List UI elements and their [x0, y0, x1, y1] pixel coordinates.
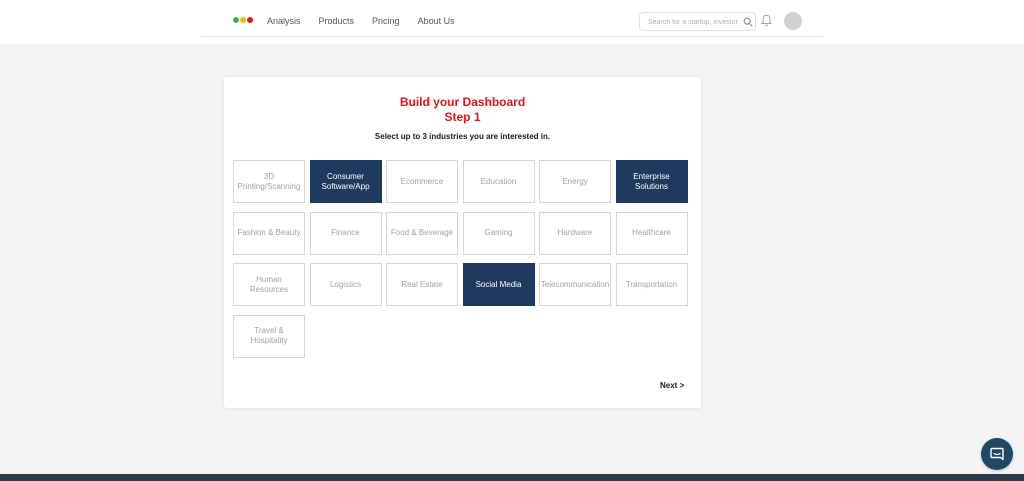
- industry-tile-human-resources[interactable]: Human Resources: [233, 263, 305, 306]
- avatar[interactable]: [784, 12, 802, 30]
- industry-tile-3d-printing-scanning[interactable]: 3D Printing/Scanning: [233, 160, 305, 203]
- nav-item-pricing[interactable]: Pricing: [372, 15, 400, 27]
- industry-tile-enterprise-solutions[interactable]: Enterprise Solutions: [615, 160, 688, 203]
- bell-icon[interactable]: [761, 14, 772, 27]
- search-input[interactable]: [648, 16, 740, 28]
- industry-tile-finance[interactable]: Finance: [309, 211, 382, 255]
- step-label: Step 1: [444, 110, 481, 124]
- title-text: Build your Dashboard: [399, 95, 526, 109]
- industry-tile-real-estate[interactable]: Real Estate: [386, 263, 458, 306]
- industry-tile-logistics[interactable]: Logistics: [309, 263, 382, 306]
- industry-tile-social-media[interactable]: Social Media: [462, 263, 535, 306]
- search-icon[interactable]: [743, 17, 753, 27]
- instruction-text: Select up to 3 industries you are intere…: [374, 132, 551, 141]
- industry-tile-food-beverage[interactable]: Food & Beverage: [386, 211, 458, 255]
- industry-tile-telecommunication[interactable]: Telecommunication: [539, 263, 611, 306]
- logo-dot-green: [233, 17, 239, 23]
- logo-dot-yellow: [240, 17, 246, 23]
- industry-tile-gaming[interactable]: Gaming: [462, 211, 535, 255]
- search-box: [639, 12, 756, 31]
- next-button[interactable]: Next >: [660, 381, 684, 391]
- nav-item-about-us[interactable]: About Us: [418, 15, 455, 27]
- nav-item-products[interactable]: Products: [319, 15, 355, 27]
- nav-item-analysis[interactable]: Analysis: [267, 15, 301, 27]
- logo[interactable]: [233, 17, 253, 23]
- industry-tile-healthcare[interactable]: Healthcare: [615, 211, 688, 255]
- logo-dot-red: [247, 17, 253, 23]
- footer-bar: [0, 474, 1024, 481]
- industry-tile-ecommerce[interactable]: Ecommerce: [386, 160, 458, 203]
- industry-tile-energy[interactable]: Energy: [539, 160, 611, 203]
- industry-tile-consumer-software-app[interactable]: Consumer Software/App: [309, 160, 382, 203]
- industry-tile-education[interactable]: Education: [462, 160, 535, 203]
- dashboard-builder-card: Build your Dashboard Step 1 Select up to…: [224, 77, 701, 408]
- chat-launcher-button[interactable]: [981, 438, 1013, 470]
- industry-grid: 3D Printing/Scanning Consumer Software/Ap…: [233, 160, 693, 358]
- main-nav: Analysis Products Pricing About Us: [267, 15, 473, 27]
- industry-tile-hardware[interactable]: Hardware: [539, 211, 611, 255]
- top-navbar: Analysis Products Pricing About Us: [0, 0, 1024, 44]
- header-divider: [201, 36, 823, 37]
- chat-icon: [990, 447, 1004, 461]
- page-title: Build your Dashboard Step 1: [224, 95, 701, 125]
- industry-tile-transportation[interactable]: Transportation: [615, 263, 688, 306]
- industry-tile-fashion-beauty[interactable]: Fashion & Beauty: [233, 211, 305, 255]
- industry-tile-travel-hospitality[interactable]: Travel & Hospitality: [233, 314, 305, 358]
